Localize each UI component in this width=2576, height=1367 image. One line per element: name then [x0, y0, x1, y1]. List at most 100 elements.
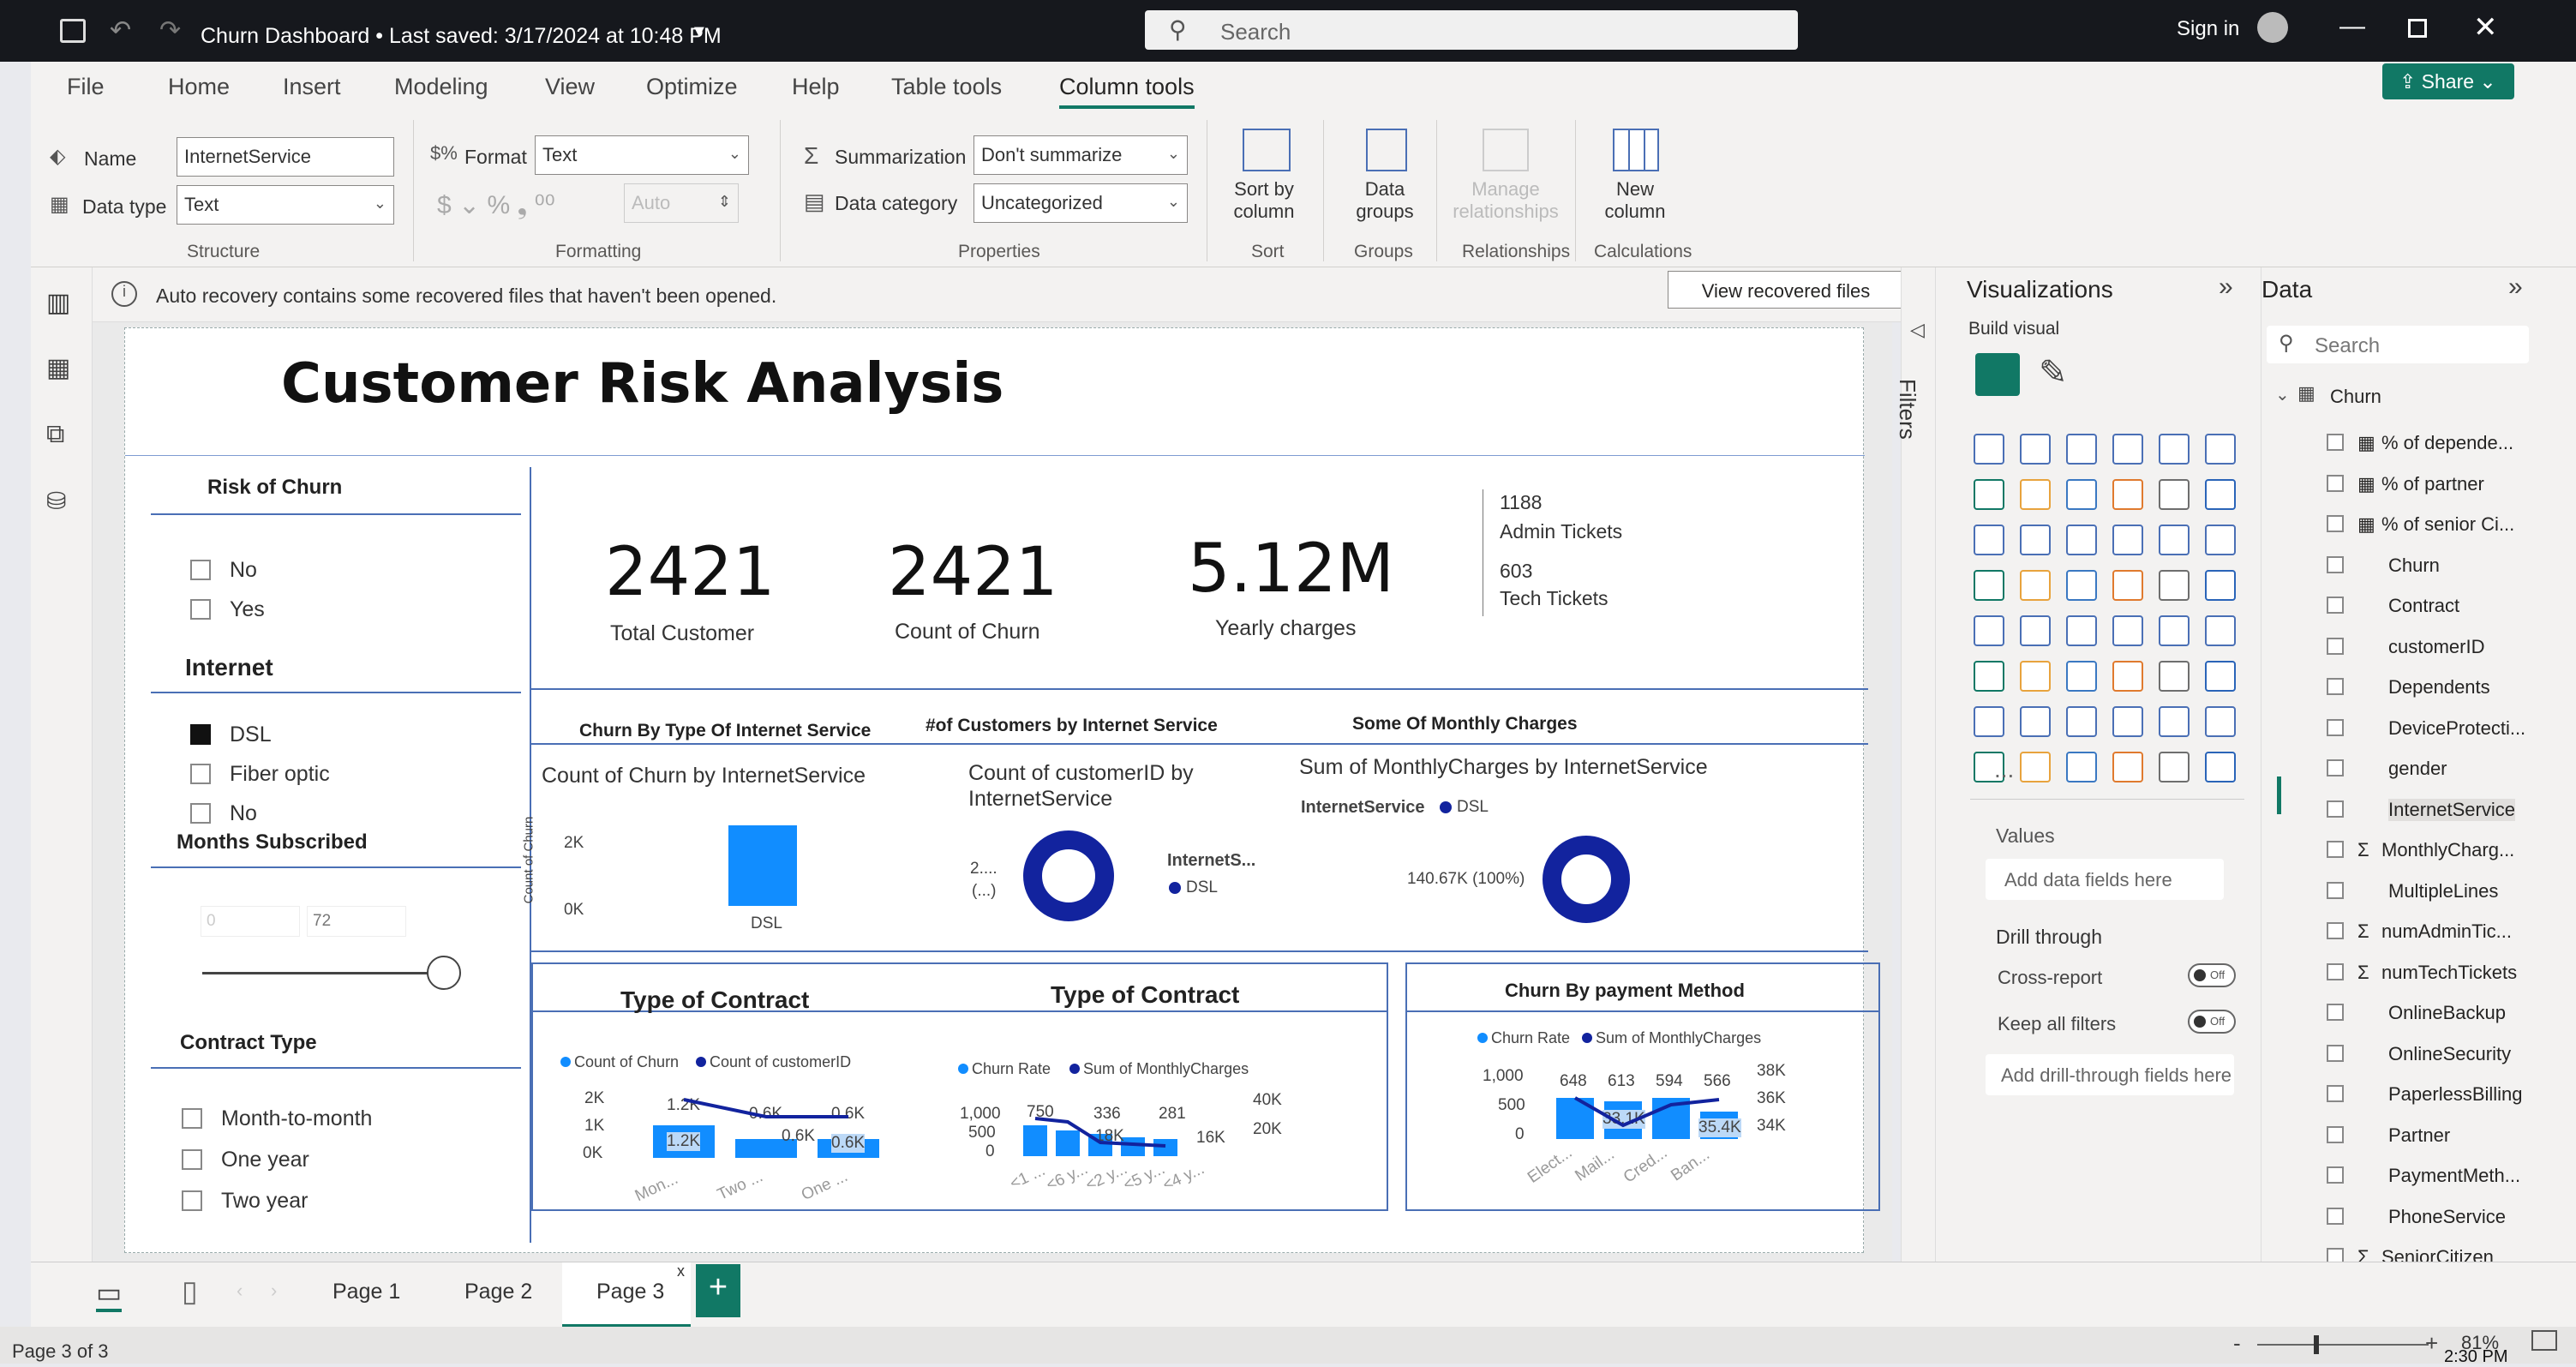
- add-page-button[interactable]: +: [696, 1264, 740, 1317]
- field-item[interactable]: PaperlessBilling: [2388, 1083, 2523, 1106]
- new-column-button[interactable]: New column: [1587, 125, 1683, 237]
- field-checkbox[interactable]: [2327, 515, 2344, 532]
- visual-type-icon[interactable]: [2112, 525, 2143, 555]
- visual1-bar-dsl[interactable]: [728, 825, 797, 906]
- field-checkbox[interactable]: [2327, 1085, 2344, 1102]
- prev-page-icon[interactable]: ‹: [237, 1280, 243, 1302]
- visual-type-icon[interactable]: [2020, 661, 2051, 692]
- visual-type-icon[interactable]: [2205, 752, 2236, 782]
- visual-type-icon[interactable]: [2205, 661, 2236, 692]
- maximize-icon[interactable]: [2408, 19, 2427, 38]
- visual-type-icon[interactable]: [2205, 525, 2236, 555]
- next-page-icon[interactable]: ›: [271, 1280, 277, 1302]
- visual-type-icon[interactable]: [2020, 570, 2051, 601]
- field-checkbox[interactable]: [2327, 1044, 2344, 1062]
- visual-type-icon[interactable]: [1974, 525, 2004, 555]
- visual-type-icon[interactable]: [2112, 570, 2143, 601]
- visual-type-icon[interactable]: [2066, 525, 2097, 555]
- visual-type-icon[interactable]: [2020, 615, 2051, 646]
- visual-type-icon[interactable]: [2205, 479, 2236, 510]
- field-item[interactable]: % of partner: [2381, 473, 2484, 495]
- field-item[interactable]: Churn: [2388, 555, 2440, 577]
- sign-in-link[interactable]: Sign in: [2177, 17, 2239, 41]
- visual-type-icon[interactable]: [2159, 706, 2190, 737]
- field-item[interactable]: % of depende...: [2381, 432, 2513, 454]
- visual-type-icon[interactable]: [2066, 615, 2097, 646]
- field-checkbox[interactable]: [2327, 1125, 2344, 1143]
- slicer-risk-no-checkbox[interactable]: [190, 560, 211, 580]
- tab-table-tools[interactable]: Table tools: [891, 74, 1002, 100]
- visual-type-icon[interactable]: [2112, 434, 2143, 465]
- collapse-icon[interactable]: »: [2508, 273, 2523, 302]
- field-item[interactable]: customerID: [2388, 636, 2484, 658]
- visual-type-icon[interactable]: [2159, 434, 2190, 465]
- zoom-out-icon[interactable]: -: [2233, 1330, 2241, 1357]
- field-checkbox[interactable]: [2327, 759, 2344, 776]
- visual-type-icon[interactable]: [2066, 434, 2097, 465]
- visual-type-icon[interactable]: [2205, 706, 2236, 737]
- visual-type-icon[interactable]: [2066, 479, 2097, 510]
- visual-type-icon[interactable]: [2159, 615, 2190, 646]
- decimal-places-input[interactable]: Auto ⇕: [624, 183, 739, 223]
- visual-type-icon[interactable]: [2066, 661, 2097, 692]
- visual-type-icon[interactable]: [1974, 706, 2004, 737]
- title-dropdown-icon[interactable]: ▼: [691, 22, 708, 42]
- field-item[interactable]: OnlineBackup: [2388, 1002, 2506, 1024]
- field-item[interactable]: InternetService: [2388, 798, 2515, 821]
- visual-type-icon[interactable]: [2020, 706, 2051, 737]
- visual-type-icon[interactable]: [2066, 752, 2097, 782]
- zoom-slider-handle[interactable]: [2314, 1335, 2319, 1354]
- field-item[interactable]: numAdminTic...: [2381, 920, 2512, 943]
- slicer-one-year-checkbox[interactable]: [182, 1149, 202, 1170]
- visual3-donut[interactable]: [1543, 836, 1630, 923]
- slicer-fiber-checkbox[interactable]: [190, 764, 211, 784]
- visual-type-icon[interactable]: [2066, 570, 2097, 601]
- field-checkbox[interactable]: [2327, 718, 2344, 736]
- close-icon[interactable]: ✕: [2473, 10, 2498, 45]
- visual-type-icon[interactable]: [2159, 479, 2190, 510]
- datatype-select[interactable]: Text ⌄: [177, 185, 394, 225]
- slicer-two-year-checkbox[interactable]: [182, 1190, 202, 1211]
- field-item[interactable]: DeviceProtecti...: [2388, 717, 2525, 740]
- months-slider-track[interactable]: [202, 972, 442, 974]
- chevron-down-icon[interactable]: ⌄: [2275, 384, 2290, 405]
- tab-view[interactable]: View: [545, 74, 595, 100]
- view-recovered-files-button[interactable]: View recovered files: [1668, 271, 1904, 309]
- field-item[interactable]: PaymentMeth...: [2388, 1165, 2520, 1187]
- visual-type-icon[interactable]: [2159, 661, 2190, 692]
- currency-icon[interactable]: $ ⌄ % ❟ ⁰⁰: [437, 190, 555, 220]
- tab-optimize[interactable]: Optimize: [646, 74, 738, 100]
- model-view-icon[interactable]: ⧉: [46, 420, 64, 449]
- desktop-layout-icon[interactable]: ▭: [96, 1276, 123, 1312]
- slicer-internet-no-checkbox[interactable]: [190, 803, 211, 824]
- field-item[interactable]: Dependents: [2388, 676, 2490, 698]
- months-max-input[interactable]: 72: [307, 906, 406, 937]
- name-input[interactable]: InternetService: [177, 137, 394, 177]
- months-min-input[interactable]: 0: [201, 906, 300, 937]
- avatar-icon[interactable]: [2257, 12, 2288, 43]
- manage-relationships-button[interactable]: Manage relationships: [1447, 125, 1563, 237]
- visual-type-icon[interactable]: [2159, 570, 2190, 601]
- format-visual-icon[interactable]: ✎: [2039, 353, 2068, 393]
- field-checkbox[interactable]: [2327, 1207, 2344, 1225]
- visual-type-icon[interactable]: [2205, 615, 2236, 646]
- field-item[interactable]: Contract: [2388, 595, 2459, 617]
- drill-through-drop-zone[interactable]: Add drill-through fields here: [1986, 1054, 2234, 1095]
- tab-column-tools[interactable]: Column tools: [1059, 74, 1195, 109]
- visual-type-icon[interactable]: [2205, 434, 2236, 465]
- slicer-risk-yes-checkbox[interactable]: [190, 599, 211, 620]
- field-item[interactable]: gender: [2388, 758, 2447, 780]
- months-slider-handle[interactable]: [427, 956, 461, 990]
- filters-pane-collapsed[interactable]: ◁ Filters: [1895, 267, 1935, 1262]
- minimize-icon[interactable]: —: [2339, 12, 2365, 41]
- summarization-select[interactable]: Don't summarize ⌄: [973, 135, 1188, 175]
- report-view-icon[interactable]: ▥: [46, 288, 70, 318]
- visual-type-icon[interactable]: [2020, 434, 2051, 465]
- visual-type-icon[interactable]: [2112, 706, 2143, 737]
- dax-query-icon[interactable]: ⛁: [46, 487, 66, 515]
- close-icon[interactable]: x: [677, 1262, 685, 1280]
- visual-type-icon[interactable]: [2159, 752, 2190, 782]
- field-checkbox[interactable]: [2327, 1166, 2344, 1184]
- visual-type-icon[interactable]: [2020, 752, 2051, 782]
- cross-report-toggle[interactable]: Off: [2188, 963, 2236, 987]
